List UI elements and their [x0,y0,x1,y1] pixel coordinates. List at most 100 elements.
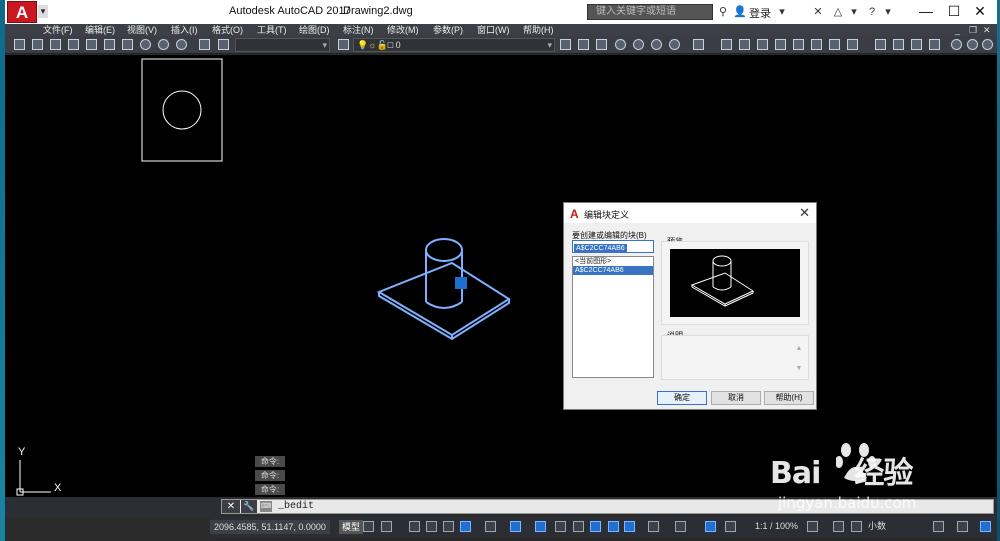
render-icon[interactable] [140,39,151,50]
view-nw-iso-icon[interactable] [893,39,904,50]
isolate-icon[interactable] [851,521,862,532]
view-front-icon[interactable] [793,39,804,50]
publish-icon[interactable] [122,39,133,50]
ok-button[interactable]: 确定 [657,391,707,405]
mdi-restore-icon[interactable]: ❐ [969,24,977,36]
view-se-iso-icon[interactable] [847,39,858,50]
open-icon[interactable] [32,39,43,50]
block-name-input[interactable]: A$C2CC74AB6 [572,240,654,253]
close-command-line-icon[interactable]: ✕ [222,500,240,513]
clean-screen-icon[interactable] [957,521,968,532]
view-top-icon[interactable] [721,39,732,50]
drawing-area[interactable]: Y X [5,55,997,497]
continuous-orbit-icon[interactable] [982,39,993,50]
menu-draw[interactable]: 绘图(D) [299,24,330,36]
material-icon[interactable] [158,39,169,50]
user-icon[interactable]: 👤 [733,5,747,19]
new-icon[interactable] [14,39,25,50]
shaded-icon[interactable] [633,39,644,50]
selection-cycling-icon[interactable] [590,521,601,532]
help-button[interactable]: 帮助(H) [764,391,814,405]
menu-tools[interactable]: 工具(T) [257,24,287,36]
menu-window[interactable]: 窗口(W) [477,24,510,36]
menu-edit[interactable]: 编辑(E) [85,24,115,36]
style-dropdown[interactable]: ▾ [235,38,330,52]
help-dropdown-icon[interactable]: ▾ [881,5,895,19]
grip-handle[interactable] [455,277,467,289]
object-snap-icon[interactable] [535,521,546,532]
polar-icon[interactable] [460,521,471,532]
exchange-icon[interactable]: ✕ [811,5,825,19]
isodraft-icon[interactable] [485,521,496,532]
view-left-icon[interactable] [757,39,768,50]
annotation-scale[interactable]: 1:1 / 100% [755,521,798,532]
close-button[interactable]: ✕ [957,0,1000,24]
help-icon[interactable]: ? [865,5,879,19]
3d-osnap-icon[interactable] [608,521,619,532]
print-icon[interactable] [86,39,97,50]
selection-filter-icon[interactable] [648,521,659,532]
login-dropdown-icon[interactable]: ▾ [775,5,789,19]
wireframe-icon[interactable] [693,39,704,50]
list-item[interactable]: <当前图形> [573,257,653,266]
menu-help[interactable]: 帮助(H) [523,24,554,36]
conceptual-icon[interactable] [669,39,680,50]
units-dropdown[interactable]: 小数 [868,521,886,532]
add-icon[interactable] [833,521,844,532]
application-menu-button[interactable]: A [7,1,37,23]
auto-scale-icon[interactable] [725,521,736,532]
customize-icon[interactable]: 🔧 [241,500,257,513]
saveas-icon[interactable] [68,39,79,50]
connect-icon[interactable]: △ [831,5,845,19]
menu-insert[interactable]: 插入(I) [171,24,198,36]
orbit-icon[interactable] [951,39,962,50]
block-outline[interactable] [141,58,223,162]
match-icon[interactable] [218,39,229,50]
layer-state-icon[interactable] [578,39,589,50]
layer-dropdown[interactable]: 💡☼🔓□ 0 ▾ [353,38,555,52]
lineweight-icon[interactable] [555,521,566,532]
search-input[interactable]: 键入关键字或短语 [587,4,713,20]
view-back-icon[interactable] [811,39,822,50]
view-camera-icon[interactable] [911,39,922,50]
dialog-close-icon[interactable]: ✕ [799,205,810,221]
cancel-button[interactable]: 取消 [711,391,761,405]
camera-icon[interactable] [199,39,210,50]
preview-icon[interactable] [104,39,115,50]
layer-previous-icon[interactable] [560,39,571,50]
free-orbit-icon[interactable] [967,39,978,50]
visual-style-icon[interactable] [615,39,626,50]
layer-iso-icon[interactable] [596,39,607,50]
menu-dimension[interactable]: 标注(N) [343,24,374,36]
quick-access-dropdown-icon[interactable]: ▾ [38,5,48,18]
menu-file[interactable]: 文件(F) [43,24,73,36]
connect-dropdown-icon[interactable]: ▾ [847,5,861,19]
description-scrollbar[interactable]: ▲ ▼ [794,344,804,376]
annotation-visibility-icon[interactable] [705,521,716,532]
save-icon[interactable] [50,39,61,50]
dynamic-input-icon[interactable] [426,521,437,532]
menu-parametric[interactable]: 参数(P) [433,24,463,36]
list-item[interactable]: A$C2CC74AB6 [573,266,653,275]
view-ne-iso-icon[interactable] [875,39,886,50]
menu-format[interactable]: 格式(O) [212,24,243,36]
transparency-icon[interactable] [573,521,584,532]
view-manager-icon[interactable] [929,39,940,50]
binoculars-icon[interactable]: ⚲ [716,5,730,19]
menu-modify[interactable]: 修改(M) [387,24,419,36]
menu-view[interactable]: 视图(V) [127,24,157,36]
layer-manager-icon[interactable] [338,39,349,50]
mdi-minimize-icon[interactable]: _ [955,24,960,36]
block-list[interactable]: <当前图形> A$C2CC74AB6 [572,256,654,378]
mdi-close-icon[interactable]: ✕ [983,24,991,36]
infer-icon[interactable] [409,521,420,532]
view-bottom-icon[interactable] [739,39,750,50]
command-input[interactable]: _bedit [278,501,314,512]
gizmo-icon[interactable] [675,521,686,532]
description-box[interactable]: ▲ ▼ [661,335,809,380]
sign-in-link[interactable]: 登录 [749,5,771,21]
view-right-icon[interactable] [775,39,786,50]
selected-block[interactable] [376,238,511,341]
customization-icon[interactable] [980,521,991,532]
grid-icon[interactable] [363,521,374,532]
